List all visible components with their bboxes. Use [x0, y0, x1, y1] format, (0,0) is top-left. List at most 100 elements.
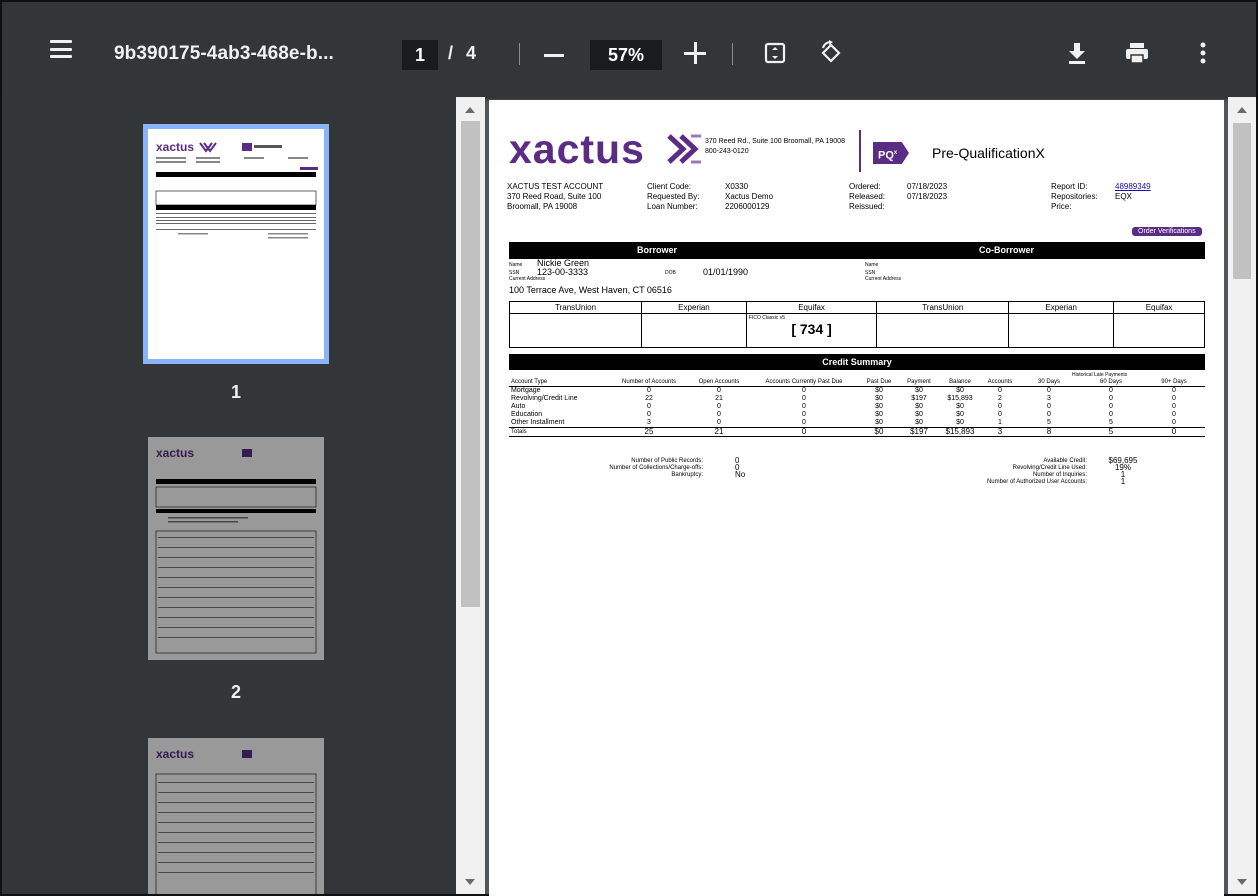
cs-row-revolving: Revolving/Credit Line 22 21 0 $0 $197 $15,893 2…: [509, 395, 1205, 403]
account-name: XACTUS TEST ACCOUNT: [507, 182, 604, 191]
scroll-up-arrow[interactable]: [1237, 107, 1247, 113]
page-separator: /: [448, 43, 454, 63]
thumbnail-preview: xactus: [155, 747, 317, 894]
cs-cell: 0: [717, 387, 721, 394]
client-code-label: Client Code:: [647, 182, 692, 191]
product-name: Pre-QualificationX: [932, 145, 1045, 161]
cs-cell: 0: [1047, 411, 1051, 418]
print-icon[interactable]: [1124, 40, 1150, 66]
viewer-scroll-thumb[interactable]: [1233, 123, 1251, 279]
order-labels: Ordered: Released: Reissued:: [849, 182, 885, 212]
pqx-badge-text: PQ: [878, 149, 894, 162]
coborrower-header: Co-Borrower: [979, 245, 1035, 255]
cs-cell: $0: [915, 403, 923, 410]
cs-cell: $0: [859, 427, 899, 437]
public-record-labels: Number of Public Records: Number of Coll…: [567, 458, 703, 479]
bankruptcy-label: Bankruptcy:: [671, 472, 703, 478]
cs-cell: Auto: [511, 403, 526, 410]
ordered-label: Ordered:: [849, 182, 881, 191]
revolving-used-label: Revolving/Credit Line Used:: [1012, 465, 1087, 471]
cs-header-row: Account Type Number of Accounts Open Acc…: [509, 378, 1205, 387]
cs-col-header: 90+ Days: [1143, 378, 1205, 387]
account-address-1: 370 Reed Road, Suite 100: [507, 192, 602, 201]
cs-cell: 0: [802, 411, 806, 418]
zoom-input[interactable]: 57%: [590, 40, 662, 70]
thumbnail-sidebar: xactus 1 xactus 2 xactus: [2, 97, 456, 894]
cs-col-header: Open Accounts: [689, 378, 749, 387]
cs-cell: $0: [875, 403, 883, 410]
cs-cell: 0: [802, 395, 806, 402]
fit-to-page-icon[interactable]: [762, 40, 788, 66]
cs-col-header: Past Due: [859, 378, 899, 387]
cs-cell: 0: [647, 403, 651, 410]
borrower-address: 100 Terrace Ave, West Haven, CT 06516: [509, 285, 672, 295]
collections-label: Number of Collections/Charge-offs:: [609, 465, 703, 471]
cs-cell: $0: [875, 387, 883, 394]
cs-cell: 0: [1109, 395, 1113, 402]
cs-col-header: Accounts Currently Past Due: [749, 378, 859, 387]
zoom-in-button[interactable]: [684, 42, 706, 64]
public-records-label: Number of Public Records:: [631, 458, 703, 464]
client-values: X0330 Xactus Demo 2206000129: [725, 182, 773, 212]
cs-row-auto: Auto 0 0 0 $0 $0 $0 0 0 0 0: [509, 403, 1205, 411]
page-thumbnail-2[interactable]: xactus: [148, 437, 324, 660]
price-label: Price:: [1051, 202, 1072, 211]
bureau-header: Equifax: [745, 301, 878, 314]
cs-cell: 0: [1172, 395, 1176, 402]
sidebar-scroll-thumb[interactable]: [461, 121, 480, 607]
co-name-label: Name: [865, 262, 879, 268]
cs-cell: 0: [717, 403, 721, 410]
cs-cell: 0: [802, 403, 806, 410]
cs-cell: 0: [998, 411, 1002, 418]
scroll-up-arrow[interactable]: [465, 107, 475, 113]
scores-row: FICO Classic v5 [ 734 ]: [508, 313, 1205, 348]
authorized-user: 1: [1120, 477, 1126, 486]
cs-col-header: 60 Days: [1079, 378, 1143, 387]
page-number-input[interactable]: 1: [402, 40, 438, 70]
bureau-header: TransUnion: [508, 301, 643, 314]
requested-by-label: Requested By:: [647, 192, 700, 201]
score-cell-equifax: FICO Classic v5 [ 734 ]: [745, 313, 878, 348]
cs-cell: 0: [1143, 427, 1205, 437]
cs-cell: $0: [875, 411, 883, 418]
cs-col-header: Number of Accounts: [609, 378, 689, 387]
cs-cell: 0: [647, 411, 651, 418]
cs-cell: 3: [981, 427, 1019, 437]
cs-cell: 0: [1172, 387, 1176, 394]
thumbnail-label-1: 1: [230, 382, 241, 402]
download-icon[interactable]: [1064, 40, 1090, 66]
report-id-link[interactable]: 48989349: [1115, 182, 1151, 192]
viewer-scrollbar[interactable]: [1228, 97, 1256, 894]
scroll-down-arrow[interactable]: [465, 879, 475, 885]
page-thumbnail-1[interactable]: xactus: [143, 124, 329, 364]
cs-col-header: Accounts: [981, 378, 1019, 387]
page-thumbnail-3[interactable]: xactus: [148, 738, 324, 894]
co-current-address-label: Current Address: [865, 276, 902, 282]
bureau-header: Equifax: [1113, 301, 1205, 314]
svg-text:xactus: xactus: [156, 446, 194, 460]
sidebar-scrollbar[interactable]: [456, 97, 485, 894]
svg-text:xactus: xactus: [156, 747, 194, 761]
scores-header-row: TransUnion Experian Equifax TransUnion E…: [508, 301, 1205, 314]
credit-summary-header: Credit Summary: [509, 354, 1205, 370]
cs-row-education: Education 0 0 0 $0 $0 $0 0 0 0 0: [509, 411, 1205, 419]
cs-cell: $0: [915, 387, 923, 394]
bankruptcy: No: [735, 470, 746, 479]
cs-col-header: Payment: [899, 378, 939, 387]
menu-icon[interactable]: [50, 40, 72, 58]
scroll-down-arrow[interactable]: [1237, 879, 1247, 885]
cs-cell: $15,893: [939, 427, 981, 437]
client-code: X0330: [725, 182, 749, 191]
repositories: EQX: [1115, 192, 1132, 201]
more-vert-icon[interactable]: [1190, 40, 1216, 66]
xactus-logo: xactus: [509, 126, 645, 172]
thumbnail-preview: xactus: [155, 446, 317, 654]
requested-by: Xactus Demo: [725, 192, 774, 201]
borrower-dob: 01/01/1990: [703, 267, 749, 277]
zoom-out-button[interactable]: [544, 54, 564, 57]
company-address: 370 Reed Rd., Suite 100 Broomall, PA 190…: [705, 138, 845, 145]
cs-cell: 2: [998, 395, 1002, 402]
repositories-label: Repositories:: [1051, 192, 1098, 201]
order-verifications-button[interactable]: Order Verifications: [1132, 227, 1202, 236]
rotate-icon[interactable]: [818, 40, 844, 66]
